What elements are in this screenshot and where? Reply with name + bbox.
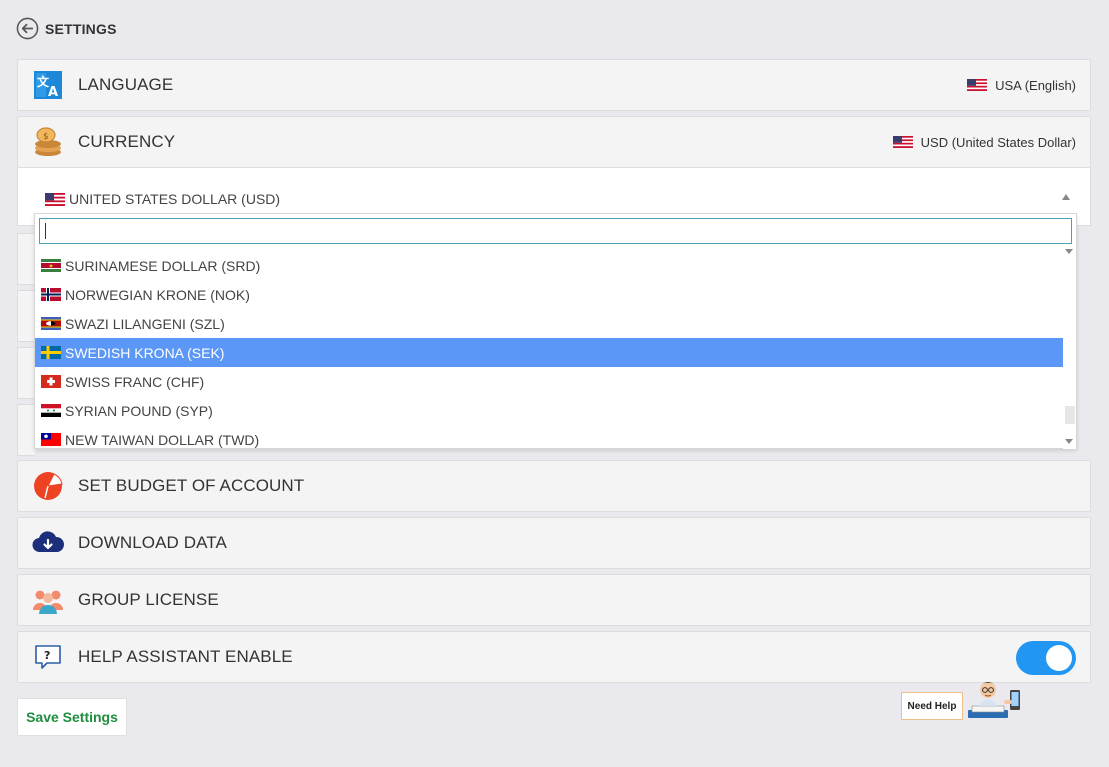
set-budget-panel[interactable]: SET BUDGET OF ACCOUNT xyxy=(17,460,1091,512)
pie-chart-icon xyxy=(34,472,63,500)
svg-text:A: A xyxy=(48,85,58,100)
option-label: NEW TAIWAN DOLLAR (TWD) xyxy=(65,431,260,448)
currency-option-nok[interactable]: NORWEGIAN KRONE (NOK) xyxy=(35,280,1065,309)
option-label: SWAZI LILANGENI (SZL) xyxy=(65,315,225,332)
currency-options-list: SURINAMESE DOLLAR (SRD) NORWEGIAN KRONE … xyxy=(35,251,1065,454)
taiwan-flag-icon xyxy=(41,433,61,446)
option-label: SYRIAN POUND (SYP) xyxy=(65,402,213,419)
need-help-label: Need Help xyxy=(907,700,957,712)
help-assistant-panel[interactable]: ? HELP ASSISTANT ENABLE xyxy=(17,631,1091,683)
currency-search-input[interactable] xyxy=(39,218,1072,244)
switzerland-flag-icon xyxy=(41,375,61,388)
option-label: SWEDISH KRONA (SEK) xyxy=(65,344,225,361)
scroll-down-arrow-icon[interactable] xyxy=(1065,439,1073,444)
chevron-up-icon[interactable] xyxy=(1062,194,1070,200)
currency-option-syp[interactable]: SYRIAN POUND (SYP) xyxy=(35,396,1065,425)
us-flag-icon xyxy=(967,79,988,91)
currency-option-chf[interactable]: SWISS FRANC (CHF) xyxy=(35,367,1065,396)
save-settings-button[interactable]: Save Settings xyxy=(17,698,127,736)
currency-label: CURRENCY xyxy=(78,132,176,151)
language-panel[interactable]: 文 A LANGUAGE USA (English) xyxy=(17,59,1091,111)
scroll-thumb[interactable] xyxy=(1065,406,1075,424)
syria-flag-icon xyxy=(41,404,61,417)
set-budget-label: SET BUDGET OF ACCOUNT xyxy=(78,476,305,495)
translate-icon: 文 A xyxy=(34,71,62,100)
currency-select-current[interactable]: UNITED STATES DOLLAR (USD) xyxy=(45,191,280,207)
hidden-panel-edge xyxy=(17,233,35,285)
help-chat-icon: ? xyxy=(35,645,61,669)
currency-option-szl[interactable]: SWAZI LILANGENI (SZL) xyxy=(35,309,1065,338)
group-license-label: GROUP LICENSE xyxy=(78,590,219,609)
back-arrow-icon[interactable] xyxy=(16,17,39,40)
download-data-panel[interactable]: DOWNLOAD DATA xyxy=(17,517,1091,569)
scroll-up-arrow-icon[interactable] xyxy=(1065,249,1073,254)
assistant-character-icon[interactable] xyxy=(964,676,1026,720)
help-assistant-label: HELP ASSISTANT ENABLE xyxy=(78,647,293,666)
svg-text:?: ? xyxy=(44,649,50,662)
us-flag-icon xyxy=(892,136,913,148)
coins-icon: $ xyxy=(35,127,61,156)
group-users-icon xyxy=(33,590,63,614)
dropdown-scrollbar[interactable] xyxy=(1063,244,1076,449)
option-label: NORWEGIAN KRONE (NOK) xyxy=(65,286,250,303)
text-caret xyxy=(45,223,46,239)
currency-panel[interactable]: $ CURRENCY USD (United States Dollar) xyxy=(17,116,1091,168)
toggle-knob xyxy=(1046,645,1072,671)
group-license-panel[interactable]: GROUP LICENSE xyxy=(17,574,1091,626)
download-data-label: DOWNLOAD DATA xyxy=(78,533,227,552)
currency-dropdown: SURINAMESE DOLLAR (SRD) NORWEGIAN KRONE … xyxy=(34,213,1077,449)
language-value: USA (English) xyxy=(995,77,1076,93)
page-title: SETTINGS xyxy=(45,20,117,37)
settings-header: SETTINGS xyxy=(16,17,117,40)
option-label: SURINAMESE DOLLAR (SRD) xyxy=(65,257,261,274)
currency-option-srd[interactable]: SURINAMESE DOLLAR (SRD) xyxy=(35,251,1065,280)
suriname-flag-icon xyxy=(41,259,61,272)
currency-value: USD (United States Dollar) xyxy=(920,134,1076,150)
us-flag-icon xyxy=(45,192,65,206)
help-assistant-toggle[interactable] xyxy=(1016,641,1076,675)
eswatini-flag-icon xyxy=(41,317,61,330)
currency-option-twd[interactable]: NEW TAIWAN DOLLAR (TWD) xyxy=(35,425,1065,454)
norway-flag-icon xyxy=(41,288,61,301)
currency-option-sek[interactable]: SWEDISH KRONA (SEK) xyxy=(35,338,1065,367)
sweden-flag-icon xyxy=(41,346,61,359)
hidden-panel-edge xyxy=(17,290,35,342)
cloud-download-icon xyxy=(32,531,64,553)
language-label: LANGUAGE xyxy=(78,75,174,94)
svg-text:$: $ xyxy=(43,132,49,142)
need-help-button[interactable]: Need Help xyxy=(901,692,963,720)
hidden-panel-edge xyxy=(17,347,35,399)
hidden-panel-edge xyxy=(17,404,35,456)
currency-select-value: UNITED STATES DOLLAR (USD) xyxy=(69,191,281,207)
option-label: SWISS FRANC (CHF) xyxy=(65,373,205,390)
